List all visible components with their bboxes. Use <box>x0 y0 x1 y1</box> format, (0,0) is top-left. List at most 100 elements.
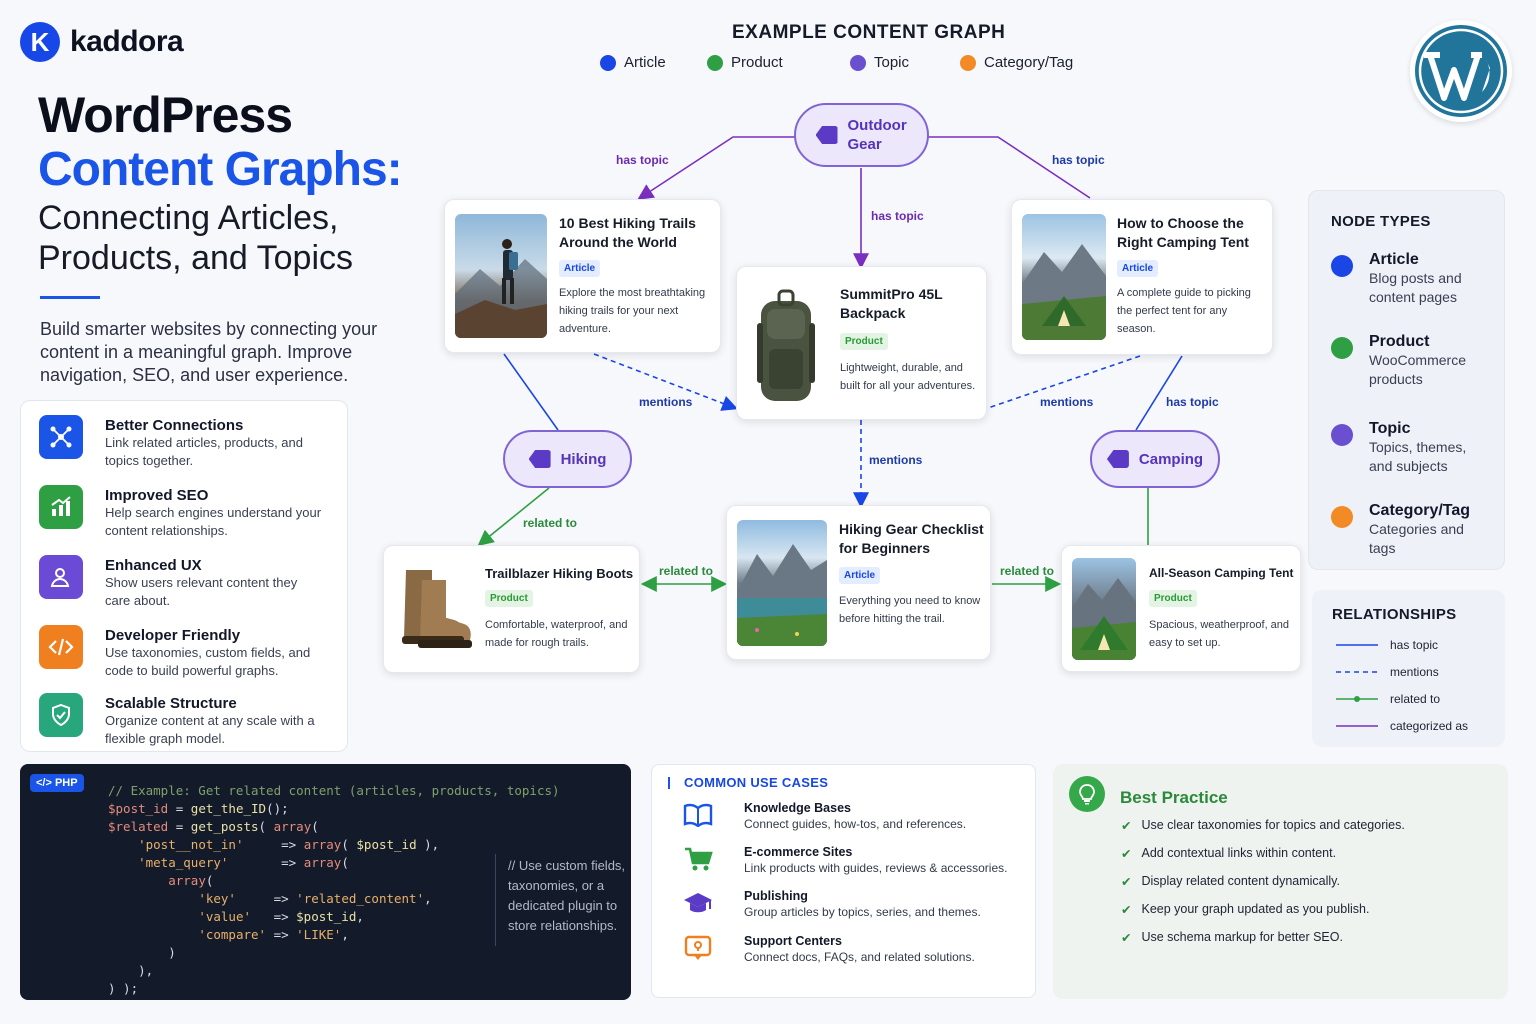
best-practice-item: ✔ Use clear taxonomies for topics and cat… <box>1121 818 1405 833</box>
line-solid-blue-icon <box>1336 644 1378 646</box>
card-product-camping-tent[interactable]: All-Season Camping Tent Product Spacious… <box>1061 545 1301 672</box>
topic-label: Camping <box>1138 450 1204 468</box>
relationship-categorized-as: categorized as <box>1336 719 1468 733</box>
tag-icon <box>1106 450 1129 468</box>
node-type-dot <box>1331 424 1353 446</box>
graduation-cap-icon <box>682 889 714 917</box>
node-type-article: Article Blog posts and content pages <box>1331 251 1479 307</box>
use-case-title: Support Centers <box>744 934 842 948</box>
best-practice-item: ✔ Keep your graph updated as you publish. <box>1121 902 1369 917</box>
node-type-dot <box>1331 337 1353 359</box>
node-type-title: Product <box>1369 333 1430 350</box>
use-case-publishing: Publishing Group articles by topics, seri… <box>682 889 981 919</box>
node-type-category-tag: Category/Tag Categories and tags <box>1331 502 1479 558</box>
card-product-boots[interactable]: Trailblazer Hiking Boots Product Comfort… <box>383 545 640 673</box>
code-note: // Use custom fields, taxonomies, or a d… <box>508 858 626 933</box>
use-case-desc: Connect docs, FAQs, and related solution… <box>744 950 975 964</box>
node-types-heading: NODE TYPES <box>1331 213 1431 230</box>
topic-label: Hiking <box>560 450 607 468</box>
topic-label: Outdoor Gear <box>847 117 907 153</box>
relationships-heading: RELATIONSHIPS <box>1332 606 1457 623</box>
best-practice-panel: Best Practice ✔ Use clear taxonomies for … <box>1053 764 1508 999</box>
best-practice-text: Keep your graph updated as you publish. <box>1141 902 1370 916</box>
tent-image <box>1072 558 1136 660</box>
use-cases-heading: COMMON USE CASES <box>668 775 828 790</box>
use-case-title: Publishing <box>744 889 808 903</box>
code-snippet[interactable]: // Example: Get related content (article… <box>108 782 560 998</box>
card-desc: A complete guide to picking the perfect … <box>1117 287 1251 335</box>
card-title: Trailblazer Hiking Boots <box>485 566 634 581</box>
best-practice-text: Use schema markup for better SEO. <box>1141 930 1343 944</box>
badge-article: Article <box>1117 260 1159 277</box>
card-title: All-Season Camping Tent <box>1149 566 1294 580</box>
badge-product: Product <box>485 590 533 607</box>
relationship-label: categorized as <box>1390 719 1469 733</box>
edge-label: mentions <box>869 453 923 467</box>
hiker-image <box>455 214 547 338</box>
node-type-dot <box>1331 255 1353 277</box>
edge-has-topic-tent-guide <box>928 136 1091 199</box>
line-dashed-blue-icon <box>1336 671 1378 673</box>
edge-label: has topic <box>616 153 669 167</box>
card-desc: Explore the most breathtaking hiking tra… <box>559 287 706 335</box>
card-desc: Everything you need to know before hitti… <box>839 595 981 625</box>
card-article-hiking-trails[interactable]: 10 Best Hiking Trails Around the World A… <box>444 199 721 353</box>
php-badge: </> PHP <box>30 774 84 792</box>
relationship-mentions: mentions <box>1336 665 1439 679</box>
use-case-ecommerce: E-commerce Sites Link products with guide… <box>682 845 1007 875</box>
topic-node-hiking[interactable]: Hiking <box>503 430 632 488</box>
edge-label: has topic <box>1052 153 1105 167</box>
node-types-panel: NODE TYPES Article Blog posts and content… <box>1308 190 1505 570</box>
edge-label: related to <box>659 564 714 578</box>
card-desc: Comfortable, waterproof, and made for ro… <box>485 619 628 649</box>
edge-label: has topic <box>1166 395 1219 409</box>
use-case-title: E-commerce Sites <box>744 845 853 859</box>
card-title: SummitPro 45L Backpack <box>840 286 943 321</box>
line-solid-purple-icon <box>1336 725 1378 727</box>
relationship-has-topic: has topic <box>1336 638 1438 652</box>
edge-label: mentions <box>639 395 693 409</box>
use-case-desc: Link products with guides, reviews & acc… <box>744 861 1008 875</box>
lightbulb-icon <box>1069 776 1105 812</box>
backpack-image <box>747 283 825 407</box>
boots-image <box>392 560 474 656</box>
use-case-title: Knowledge Bases <box>744 801 851 815</box>
check-icon: ✔ <box>1121 903 1132 917</box>
node-type-title: Topic <box>1369 420 1411 437</box>
best-practice-heading: Best Practice <box>1120 788 1228 807</box>
best-practice-item: ✔ Display related content dynamically. <box>1121 874 1340 889</box>
card-product-backpack[interactable]: SummitPro 45L Backpack Product Lightweig… <box>736 266 987 420</box>
badge-article: Article <box>839 567 881 584</box>
edge-label: has topic <box>871 209 924 223</box>
badge-article: Article <box>559 260 601 277</box>
check-icon: ✔ <box>1121 931 1132 945</box>
card-article-gear-checklist[interactable]: Hiking Gear Checklist for Beginners Arti… <box>726 505 991 660</box>
node-type-title: Article <box>1369 251 1419 268</box>
card-article-tent-guide[interactable]: How to Choose the Right Camping Tent Art… <box>1011 199 1273 355</box>
relationship-related-to: related to <box>1336 692 1440 706</box>
node-type-desc: WooCommerce products <box>1369 352 1466 387</box>
node-type-desc: Categories and tags <box>1369 521 1464 556</box>
tag-icon <box>528 450 551 468</box>
topic-node-camping[interactable]: Camping <box>1090 430 1220 488</box>
card-title: Hiking Gear Checklist for Beginners <box>839 521 984 556</box>
use-case-knowledge-bases: Knowledge Bases Connect guides, how-tos, … <box>682 801 966 831</box>
topic-node-outdoor-gear[interactable]: Outdoor Gear <box>794 103 929 167</box>
check-icon: ✔ <box>1121 847 1132 861</box>
node-type-desc: Blog posts and content pages <box>1369 270 1462 305</box>
book-icon <box>682 801 714 829</box>
relationship-label: mentions <box>1390 665 1439 679</box>
best-practice-text: Use clear taxonomies for topics and cate… <box>1141 818 1405 832</box>
card-desc: Lightweight, durable, and built for all … <box>840 362 976 392</box>
line-green-dot-icon <box>1336 696 1378 702</box>
node-type-title: Category/Tag <box>1369 502 1471 519</box>
check-icon: ✔ <box>1121 819 1132 833</box>
relationship-label: has topic <box>1390 638 1439 652</box>
edge-label: mentions <box>1040 395 1094 409</box>
code-divider <box>495 854 496 946</box>
lake-mountain-image <box>737 520 827 646</box>
node-type-topic: Topic Topics, themes, and subjects <box>1331 420 1479 476</box>
check-icon: ✔ <box>1121 875 1132 889</box>
use-case-desc: Connect guides, how-tos, and references. <box>744 817 967 831</box>
code-snippet-panel[interactable]: </> PHP // Example: Get related content … <box>20 764 631 1000</box>
